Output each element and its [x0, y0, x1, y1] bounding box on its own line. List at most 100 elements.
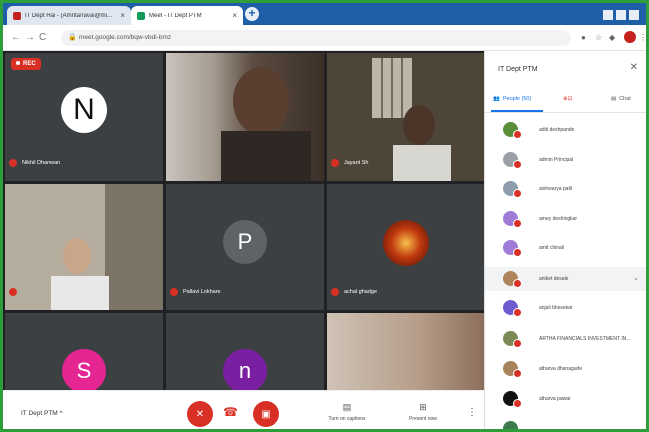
participant-tile[interactable]: N Nikhil Dhanwan [5, 53, 163, 181]
participant-name: achal ghadge [331, 288, 377, 296]
present-now-button[interactable]: ⊞ Present now [397, 402, 449, 422]
tab-title: IT Dept Hai - (Amrita/ravai@mi... [25, 12, 112, 19]
reload-icon[interactable]: C [39, 32, 46, 43]
participant-tile[interactable]: n [166, 313, 324, 390]
participant-tile[interactable]: P Pallavi Lokhare [166, 184, 324, 310]
participant-row[interactable]: admin Principal [485, 148, 646, 172]
star-icon[interactable]: ☆ [595, 33, 602, 42]
mic-off-icon [513, 279, 522, 288]
mic-off-icon [513, 248, 522, 257]
mic-off-icon [513, 308, 522, 317]
mic-off-icon: ✕ [195, 408, 205, 420]
participant-row[interactable]: atharva pawar [485, 387, 646, 411]
panel-title: IT Dept PTM [498, 66, 538, 73]
avatar [503, 421, 518, 429]
add-people-icon[interactable]: ⊕⊡ [563, 96, 572, 102]
mic-off-icon [513, 189, 522, 198]
present-icon: ⊞ [419, 402, 427, 412]
hang-up-icon: ☎ [223, 405, 238, 419]
mic-off-icon [331, 288, 339, 296]
more-options-icon[interactable]: ⋮ [467, 407, 477, 418]
people-panel: IT Dept PTM ✕ 👥 People (50) ⊕⊡ ▤ Chat ad… [484, 51, 646, 429]
participant-name: amit chinali [539, 245, 565, 251]
participant-name: aishwarya patil [539, 186, 573, 192]
url-text: meet.google.com/bqw-vbdi-bmz [79, 34, 172, 41]
mic-toggle-button[interactable]: ✕ [187, 401, 213, 427]
captions-button[interactable]: ▤ Turn on captions [317, 402, 377, 422]
participant-row[interactable]: aishwarya patil [485, 177, 646, 201]
mic-off-icon [513, 130, 522, 139]
mic-off-icon [513, 339, 522, 348]
participant-name: ARTHA FINANCIALS INVESTMENT IN... [539, 336, 631, 342]
camera-feed [221, 67, 311, 181]
address-bar-row: ← → C 🔒 meet.google.com/bqw-vbdi-bmz ● ☆… [3, 25, 646, 51]
browser-tab-meet[interactable]: Meet - IT Dept PTM × [131, 6, 243, 25]
new-tab-button[interactable]: + [245, 7, 259, 21]
camera-off-icon: ▣ [261, 408, 271, 420]
close-panel-icon[interactable]: ✕ [630, 62, 638, 73]
participant-tile[interactable] [5, 184, 163, 310]
participant-row[interactable]: anjali bhosekar [485, 296, 646, 320]
participant-name: atharva pawar [539, 396, 571, 402]
chevron-up-icon: ^ [59, 410, 63, 417]
avatar: S [62, 349, 106, 390]
participant-name: Jayant Sh [331, 159, 368, 167]
participant-name: Pallavi Lokhare [170, 288, 221, 296]
close-tab-icon[interactable]: × [120, 11, 125, 20]
close-tab-icon[interactable]: × [232, 11, 237, 20]
mic-off-icon [331, 159, 339, 167]
meeting-control-bar: IT Dept PTM ^ ✕ ☎ ▣ ▤ Turn on captions ⊞… [3, 390, 484, 429]
participant-name: aniket desale [539, 276, 569, 282]
participant-tile[interactable]: S [5, 313, 163, 390]
people-icon: 👥 [493, 96, 500, 102]
video-grid: N Nikhil Dhanwan Jayant Sh P Pallavi Lok… [3, 51, 484, 390]
participant-tile[interactable]: achal ghadge [327, 184, 484, 310]
mic-off-icon [170, 288, 178, 296]
mic-off-icon [513, 219, 522, 228]
back-arrow-icon[interactable]: ← [11, 32, 21, 43]
participant-tile[interactable]: Jayant Sh [327, 53, 484, 181]
participant-name: atharva dhanagude [539, 366, 583, 372]
mic-off-icon [9, 288, 17, 296]
avatar [383, 220, 429, 266]
participant-row[interactable]: amit chinali [485, 236, 646, 260]
mic-off-icon [513, 160, 522, 169]
participant-tile[interactable] [166, 53, 324, 181]
participant-row[interactable]: amey deshingkar [485, 207, 646, 231]
window-controls[interactable] [600, 7, 640, 20]
browser-tab-bar: IT Dept Hai - (Amrita/ravai@mi... × Meet… [3, 3, 646, 25]
tab-chat[interactable]: ▤ Chat [611, 96, 631, 102]
extension-icon[interactable]: ◆ [609, 33, 615, 42]
camera-feed [5, 184, 163, 310]
participant-name: admin Principal [539, 157, 574, 163]
avatar: N [61, 87, 107, 133]
participant-name: aditi deshpande [539, 127, 575, 133]
gmail-icon [13, 11, 21, 20]
browser-tab-gmail[interactable]: IT Dept Hai - (Amrita/ravai@mi... × [7, 6, 131, 25]
forward-arrow-icon[interactable]: → [25, 32, 35, 43]
participant-name: Nikhil Dhanwan [9, 159, 60, 167]
camera-icon[interactable]: ● [581, 33, 586, 42]
participant-row[interactable]: aditi deshpande [485, 118, 646, 142]
mic-off-icon [513, 369, 522, 378]
mic-off-icon [513, 399, 522, 408]
participant-row[interactable]: atharva dhanagude [485, 357, 646, 381]
camera-toggle-button[interactable]: ▣ [253, 401, 279, 427]
participant-row[interactable]: ARTHA FINANCIALS INVESTMENT IN... [485, 327, 646, 351]
participant-row[interactable] [485, 417, 646, 429]
menu-dots-icon[interactable]: ⋮ [639, 33, 646, 42]
lock-icon: 🔒 [68, 34, 77, 41]
participant-tile[interactable] [327, 313, 484, 390]
leave-call-button[interactable]: ☎ [223, 405, 238, 419]
captions-icon: ▤ [342, 402, 352, 412]
profile-avatar[interactable] [624, 31, 636, 43]
url-field[interactable]: 🔒 meet.google.com/bqw-vbdi-bmz [61, 30, 571, 46]
participant-name [9, 288, 22, 296]
chat-icon: ▤ [611, 96, 617, 102]
chevron-down-icon[interactable]: ⌄ [633, 274, 639, 282]
tab-people[interactable]: 👥 People (50) [493, 96, 531, 102]
meeting-details[interactable]: IT Dept PTM ^ [21, 410, 63, 417]
recording-badge: REC [11, 58, 41, 70]
participant-name: anjali bhosekar [539, 305, 573, 311]
participant-row[interactable]: aniket desale ⌄ [485, 267, 646, 291]
